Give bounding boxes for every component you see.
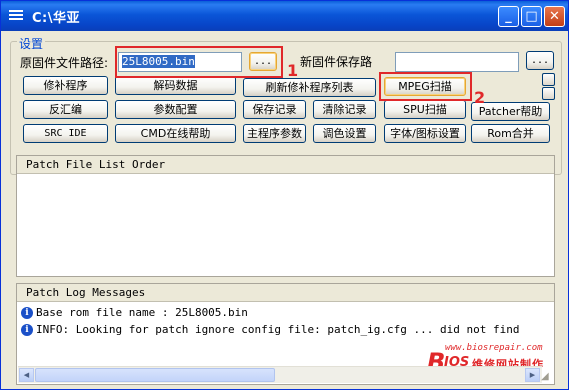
clear-log-button[interactable]: 清除记录 [313, 100, 376, 119]
patch-list-header: Patch File List Order [17, 156, 554, 174]
param-config-button[interactable]: 参数配置 [115, 100, 236, 119]
color-settings-button[interactable]: 调色设置 [313, 124, 376, 143]
annotation-number-2: 2 [474, 88, 486, 107]
patch-program-button[interactable]: 修补程序 [23, 76, 108, 95]
log-panel[interactable]: Patch Log Messages i Base rom file name :… [16, 283, 555, 385]
client-area: 设置 原固件文件路径: 25L8005.bin ... 新固件保存路 ... 修… [4, 31, 565, 387]
minimize-button[interactable]: _ [498, 6, 519, 27]
info-icon: i [21, 324, 33, 336]
font-icon-settings-button[interactable]: 字体/图标设置 [384, 124, 466, 143]
patch-list-panel[interactable]: Patch File List Order [16, 155, 555, 277]
maximize-button[interactable]: □ [521, 6, 542, 27]
resize-grip-icon[interactable]: ◢ [541, 371, 553, 383]
rom-merge-button[interactable]: Rom合并 [471, 124, 550, 143]
log-horizontal-scrollbar[interactable]: ◀ ▶ [18, 366, 542, 383]
info-icon: i [21, 307, 33, 319]
annotation-number-1: 1 [287, 61, 299, 80]
log-header: Patch Log Messages [17, 284, 554, 302]
spu-scan-button[interactable]: SPU扫描 [384, 100, 466, 119]
new-path-field[interactable] [395, 52, 519, 72]
log-line: i Base rom file name : 25L8005.bin [21, 305, 248, 320]
new-path-label: 新固件保存路 [300, 55, 373, 69]
scroll-right-icon[interactable]: ▶ [525, 368, 540, 382]
decode-data-button[interactable]: 解码数据 [115, 76, 236, 95]
app-menu-icon[interactable] [8, 9, 24, 23]
option-check-2[interactable] [542, 87, 555, 100]
disassemble-button[interactable]: 反汇编 [23, 100, 108, 119]
minimize-icon: _ [505, 9, 512, 24]
window-title: C:\华亚 [32, 11, 80, 26]
scroll-thumb[interactable] [35, 368, 275, 382]
main-window: C:\华亚 _ □ ✕ 设置 原固件文件路径: 25L8005.bin ... … [0, 0, 569, 390]
title-bar[interactable]: C:\华亚 _ □ ✕ [1, 1, 568, 31]
maximize-icon: □ [525, 9, 538, 24]
option-check-1[interactable] [542, 73, 555, 86]
scroll-left-icon[interactable]: ◀ [19, 368, 34, 382]
save-log-button[interactable]: 保存记录 [243, 100, 306, 119]
log-line: i INFO: Looking for patch ignore config f… [21, 322, 519, 337]
annotation-box-1 [115, 46, 283, 78]
annotation-box-2 [379, 72, 472, 101]
close-button[interactable]: ✕ [544, 6, 565, 27]
main-params-button[interactable]: 主程序参数 [243, 124, 306, 143]
close-icon: ✕ [549, 9, 560, 24]
new-browse-button[interactable]: ... [526, 51, 554, 70]
src-ide-button[interactable]: SRC IDE [23, 124, 108, 143]
cmd-online-help-button[interactable]: CMD在线帮助 [115, 124, 236, 143]
settings-group-label: 设置 [17, 35, 46, 52]
refresh-patch-list-button[interactable]: 刷新修补程序列表 [243, 78, 376, 97]
orig-path-label: 原固件文件路径: [20, 56, 109, 70]
